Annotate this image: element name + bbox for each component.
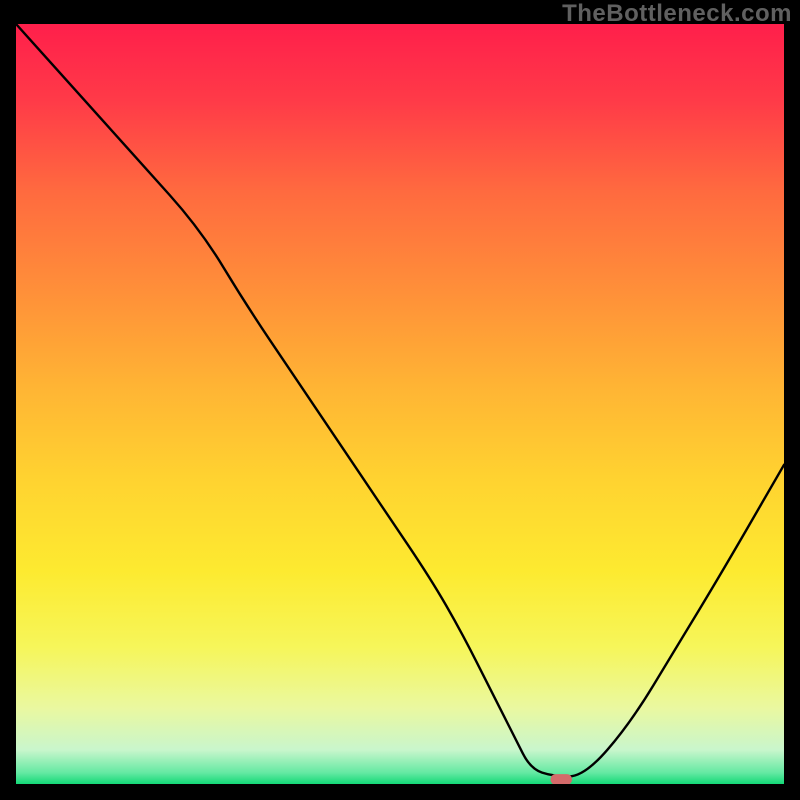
chart-svg [16, 24, 784, 784]
chart-container: TheBottleneck.com [0, 0, 800, 800]
optimal-marker [551, 774, 573, 784]
gradient-background [16, 24, 784, 784]
plot-area [16, 24, 784, 784]
